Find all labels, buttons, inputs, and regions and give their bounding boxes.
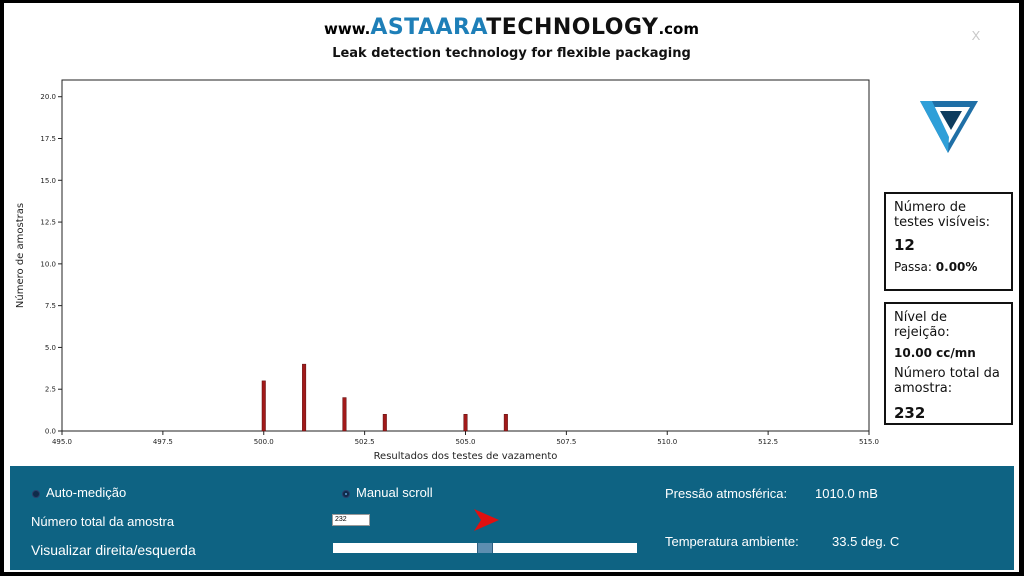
x-tick-label: 510.0 [657,438,677,446]
auto-measure-radio[interactable] [32,490,40,498]
view-slider[interactable] [333,543,637,553]
y-tick-label: 17.5 [40,135,56,143]
total-sample-value: 232 [894,404,926,422]
manual-scroll-label: Manual scroll [356,485,433,500]
reject-label: Nível de rejeição: [894,310,950,340]
y-tick-label: 0.0 [45,428,56,436]
x-axis-label: Resultados dos testes de vazamento [374,451,558,462]
plot-area [61,79,870,432]
reject-value: 10.00 cc/mn [894,346,976,360]
brand-domain: .com [658,20,699,38]
pass-label: Passa: [894,260,932,274]
y-tick-label: 2.5 [45,386,56,394]
auto-measure-label: Auto-medição [46,485,127,500]
histogram-bar [503,414,508,432]
x-tick-label: 515.0 [859,438,879,446]
y-tick-label: 10.0 [40,260,56,268]
total-sample-label: Número total da amostra: [894,366,1000,396]
x-tick-label: 497.5 [153,438,173,446]
total-sample-field-label: Número total da amostra [31,514,175,529]
total-sample-input[interactable]: 232 [332,514,370,526]
brand-www: www. [324,20,371,38]
arrow-right-icon[interactable] [472,508,500,532]
pressure-label: Pressão atmosférica: [665,486,788,501]
triangle-logo-icon [920,101,978,153]
x-tick-label: 502.5 [355,438,375,446]
y-tick-label: 7.5 [45,302,56,310]
pass-value: 0.00% [935,260,978,274]
temperature-value: 33.5 deg. C [832,534,900,549]
y-tick-label: 5.0 [45,344,56,352]
brand-astaara: ASTAARA [370,15,487,40]
visible-tests-label: Número de testes visíveis: [894,200,991,230]
histogram-chart: 495.0 497.5 500.0 502.5 505.0 507.5 510.0 512.5… [14,79,879,462]
y-tick-label: 20.0 [40,93,56,101]
x-tick-label: 495.0 [52,438,72,446]
slider-thumb[interactable] [477,543,493,553]
y-tick-label: 15.0 [40,177,56,185]
x-tick-label: 512.5 [758,438,778,446]
pass-row: Passa: 0.00% [894,260,1003,274]
control-panel: Auto-medição Manual scroll Número total … [10,466,1014,570]
histogram-bar [382,414,387,432]
app-window: www. ASTAARATECHNOLOGY .com Leak detecti… [4,3,1019,572]
visible-tests-panel: Número de testes visíveis: 12 Passa: 0.0… [884,192,1013,291]
histogram-bar [342,397,347,432]
x-tick-label: 507.5 [556,438,576,446]
view-direction-label: Visualizar direita/esquerda [31,542,196,558]
manual-scroll-radio[interactable] [342,490,350,498]
tagline: Leak detection technology for flexible p… [332,46,691,61]
pressure-value: 1010.0 mB [815,486,878,501]
x-tick-label: 500.0 [254,438,274,446]
close-icon[interactable]: X [968,27,984,45]
brand-header: www. ASTAARATECHNOLOGY .com [4,15,1019,40]
histogram-bar [463,414,468,432]
y-tick-label: 12.5 [40,219,56,227]
x-tick-label: 505.0 [455,438,475,446]
histogram-bar [261,380,266,432]
temperature-label: Temperatura ambiente: [665,534,799,549]
visible-tests-value: 12 [894,236,915,254]
brand-technology: TECHNOLOGY [486,15,659,40]
rejection-panel: Nível de rejeição: 10.00 cc/mn Número to… [884,302,1013,425]
y-axis-label: Número de amostras [14,203,26,308]
histogram-bar [302,363,307,432]
